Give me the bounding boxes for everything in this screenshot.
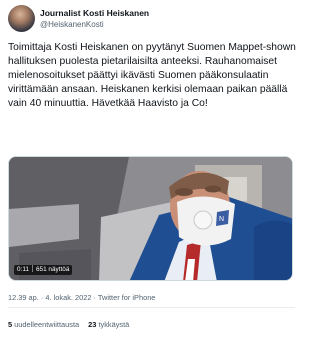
meta-separator: · — [40, 293, 44, 302]
video-overlay: 0:11 651 näyttöä — [14, 265, 73, 275]
tweet-header: Journalist Kosti Heiskanen @HeiskanenKos… — [8, 5, 149, 32]
video-frame: N — [9, 157, 292, 280]
author-handle[interactable]: @HeiskanenKosti — [40, 19, 149, 30]
author-names: Journalist Kosti Heiskanen @HeiskanenKos… — [40, 8, 149, 30]
video-views: 651 näyttöä — [35, 266, 70, 273]
divider — [8, 307, 295, 308]
tweet-stats: 5 uudelleentwiittausta 23 tykkäystä — [8, 320, 129, 329]
likes-label: tykkäystä — [98, 320, 130, 329]
meta-separator: · — [93, 293, 96, 302]
video-duration: 0:11 — [17, 266, 29, 273]
retweets-label: uudelleentwiittausta — [14, 320, 80, 329]
author-display-name[interactable]: Journalist Kosti Heiskanen — [40, 8, 149, 19]
tweet-date[interactable]: 4. lokak. 2022 — [45, 293, 91, 302]
avatar[interactable] — [8, 5, 35, 32]
tweet-meta: 12.39 ap. · 4. lokak. 2022 · Twitter for… — [8, 293, 155, 302]
retweets-stat[interactable]: 5 uudelleentwiittausta — [8, 320, 81, 329]
tweet-source[interactable]: Twitter for iPhone — [98, 293, 156, 302]
likes-count: 23 — [88, 320, 97, 329]
retweets-count: 5 — [8, 320, 13, 329]
video-player[interactable]: N 0:11 651 näyttöä — [8, 156, 293, 281]
svg-text:N: N — [219, 216, 224, 223]
tweet-card: Journalist Kosti Heiskanen @HeiskanenKos… — [0, 0, 303, 339]
tweet-text: Toimittaja Kosti Heiskanen on pyytänyt S… — [8, 42, 299, 110]
tweet-time[interactable]: 12.39 ap. — [8, 293, 39, 302]
video-overlay-separator — [31, 265, 33, 272]
likes-stat[interactable]: 23 tykkäystä — [88, 320, 129, 329]
